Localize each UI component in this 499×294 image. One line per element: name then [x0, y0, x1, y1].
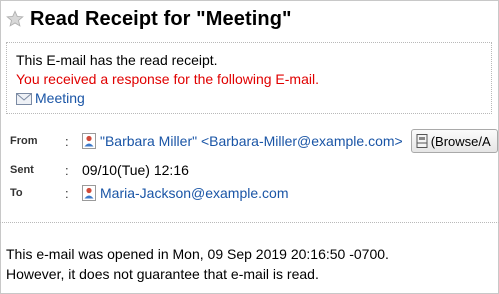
notice-text: This E-mail has the read receipt. [16, 52, 218, 68]
original-mail-link-row: Meeting [16, 89, 482, 108]
from-colon: : [65, 133, 69, 149]
envelope-icon [16, 93, 32, 105]
sender-address-link[interactable]: "Barbara Miller" <Barbara-Miller@example… [100, 133, 403, 149]
message-body: This e-mail was opened in Mon, 09 Sep 20… [6, 244, 389, 284]
message-line: This e-mail was opened in Mon, 09 Sep 20… [6, 246, 389, 262]
read-receipt-notice: This E-mail has the read receipt. You re… [6, 42, 492, 114]
notice-alert-text: You received a response for the followin… [16, 71, 319, 87]
user-icon [82, 133, 96, 149]
to-label: To [10, 187, 23, 199]
address-book-icon [416, 134, 428, 148]
message-line: However, it does not guarantee that e-ma… [6, 266, 319, 282]
title-bar: Read Receipt for "Meeting" [6, 7, 292, 31]
sent-label: Sent [10, 164, 34, 176]
to-colon: : [65, 185, 69, 201]
from-label: From [10, 135, 38, 147]
page-title: Read Receipt for "Meeting" [30, 7, 292, 30]
user-icon [82, 185, 96, 201]
browse-address-button[interactable]: (Browse/A [410, 129, 498, 153]
star-icon[interactable] [6, 10, 24, 28]
sent-value: 09/10(Tue) 12:16 [82, 162, 189, 178]
recipient-address-link[interactable]: Maria-Jackson@example.com [100, 185, 289, 201]
sent-colon: : [65, 162, 69, 178]
from-row: From : "Barbara Miller" <Barbara-Miller@… [10, 129, 499, 153]
divider [0, 222, 499, 223]
original-mail-link[interactable]: Meeting [35, 89, 85, 108]
browse-button-label: (Browse/A [430, 133, 491, 149]
